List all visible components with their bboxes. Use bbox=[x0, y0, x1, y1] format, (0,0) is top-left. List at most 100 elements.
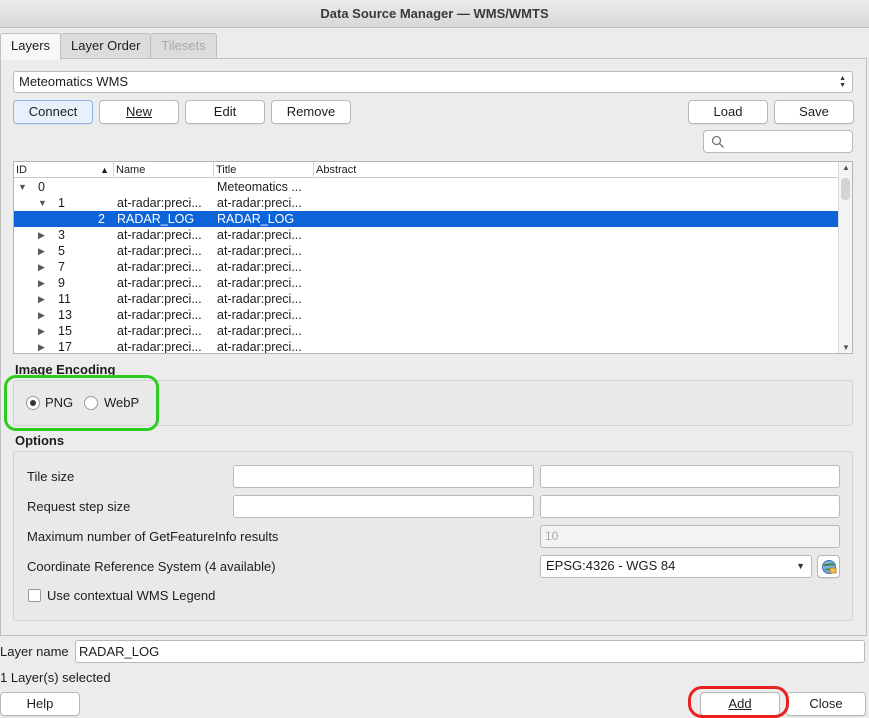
connection-select[interactable]: Meteomatics WMS ▲ ▼ bbox=[13, 71, 853, 93]
add-button-label: Add bbox=[728, 696, 752, 711]
tree-cell-name: at-radar:preci... bbox=[117, 244, 202, 258]
caret-right-icon[interactable]: ▶ bbox=[38, 291, 45, 307]
window-title: Data Source Manager — WMS/WMTS bbox=[0, 0, 869, 28]
edit-button[interactable]: Edit bbox=[185, 100, 265, 124]
max-getfeatureinfo-label: Maximum number of GetFeatureInfo results bbox=[27, 529, 279, 544]
tree-cell-name: RADAR_LOG bbox=[117, 212, 195, 226]
tree-header: ID ▲ Name Title Abstract bbox=[14, 162, 840, 178]
scroll-down-icon[interactable]: ▼ bbox=[842, 343, 850, 352]
tree-row[interactable]: ▶ 15 at-radar:preci... at-radar:preci... bbox=[14, 323, 840, 339]
new-button[interactable]: New bbox=[99, 100, 179, 124]
tile-height-field[interactable] bbox=[540, 465, 840, 488]
contextual-legend-checkbox[interactable] bbox=[28, 589, 41, 602]
layer-tree[interactable]: ID ▲ Name Title Abstract ▼ 0 Meteomatics .… bbox=[13, 161, 853, 354]
tree-cell-name: at-radar:preci... bbox=[117, 292, 202, 306]
tree-cell-title: RADAR_LOG bbox=[217, 212, 295, 226]
webp-radio[interactable] bbox=[84, 396, 98, 410]
caret-down-icon[interactable]: ▼ bbox=[38, 195, 47, 211]
sort-ascending-icon: ▲ bbox=[100, 165, 109, 175]
tile-width-field[interactable] bbox=[233, 465, 534, 488]
tree-row[interactable]: ▶ 9 at-radar:preci... at-radar:preci... bbox=[14, 275, 840, 291]
contextual-legend-label[interactable]: Use contextual WMS Legend bbox=[47, 588, 215, 603]
tree-cell-name: at-radar:preci... bbox=[117, 324, 202, 338]
tree-cell-id: 2 bbox=[98, 212, 105, 226]
tab-layer-order[interactable]: Layer Order bbox=[60, 33, 152, 59]
caret-right-icon[interactable]: ▶ bbox=[38, 243, 45, 259]
selection-status: 1 Layer(s) selected bbox=[0, 670, 111, 685]
connect-button[interactable]: Connect bbox=[13, 100, 93, 124]
caret-right-icon[interactable]: ▶ bbox=[38, 323, 45, 339]
tab-tilesets: Tilesets bbox=[150, 33, 217, 59]
help-button[interactable]: Help bbox=[0, 692, 80, 716]
caret-right-icon[interactable]: ▶ bbox=[38, 227, 45, 243]
save-button[interactable]: Save bbox=[774, 100, 854, 124]
tree-row[interactable]: ▶ 3 at-radar:preci... at-radar:preci... bbox=[14, 227, 840, 243]
column-header-name[interactable]: Name bbox=[114, 162, 214, 178]
tree-cell-title: at-radar:preci... bbox=[217, 324, 302, 338]
options-group: Tile size Request step size Maximum numb… bbox=[13, 451, 853, 621]
crs-select[interactable]: EPSG:4326 - WGS 84 ▼ bbox=[540, 555, 812, 578]
tree-cell-name: at-radar:preci... bbox=[117, 260, 202, 274]
webp-label[interactable]: WebP bbox=[104, 395, 139, 410]
tree-cell-title: at-radar:preci... bbox=[217, 308, 302, 322]
caret-right-icon[interactable]: ▶ bbox=[38, 307, 45, 323]
tree-row[interactable]: ▶ 13 at-radar:preci... at-radar:preci... bbox=[14, 307, 840, 323]
crs-picker-button[interactable] bbox=[817, 555, 840, 578]
tree-row[interactable]: 2 RADAR_LOG RADAR_LOG bbox=[14, 211, 840, 227]
crs-select-value: EPSG:4326 - WGS 84 bbox=[546, 558, 676, 573]
tree-row[interactable]: ▼ 0 Meteomatics ... bbox=[14, 179, 840, 195]
scrollbar-thumb[interactable] bbox=[841, 178, 850, 200]
tree-row[interactable]: ▶ 7 at-radar:preci... at-radar:preci... bbox=[14, 259, 840, 275]
tree-cell-name: at-radar:preci... bbox=[117, 340, 202, 354]
remove-button[interactable]: Remove bbox=[271, 100, 351, 124]
png-radio[interactable] bbox=[26, 396, 40, 410]
tree-cell-title: at-radar:preci... bbox=[217, 244, 302, 258]
tree-cell-title: at-radar:preci... bbox=[217, 196, 302, 210]
scroll-up-icon[interactable]: ▲ bbox=[842, 163, 850, 172]
png-label[interactable]: PNG bbox=[45, 395, 73, 410]
caret-right-icon[interactable]: ▶ bbox=[38, 339, 45, 353]
tree-row[interactable]: ▼ 1 at-radar:preci... at-radar:preci... bbox=[14, 195, 840, 211]
tree-cell-title: Meteomatics ... bbox=[217, 180, 302, 194]
tree-cell-name: at-radar:preci... bbox=[117, 276, 202, 290]
search-input[interactable] bbox=[703, 130, 853, 153]
tree-cell-id: 3 bbox=[58, 228, 65, 242]
load-button[interactable]: Load bbox=[688, 100, 768, 124]
column-header-abstract[interactable]: Abstract bbox=[314, 162, 840, 178]
caret-right-icon[interactable]: ▶ bbox=[38, 275, 45, 291]
add-button[interactable]: Add bbox=[700, 692, 780, 716]
tree-cell-title: at-radar:preci... bbox=[217, 228, 302, 242]
tree-cell-id: 13 bbox=[58, 308, 72, 322]
tab-bar: Layers Layer Order Tilesets bbox=[0, 33, 217, 60]
max-getfeatureinfo-field: 10 bbox=[540, 525, 840, 548]
tab-layers[interactable]: Layers bbox=[0, 33, 62, 60]
column-header-id[interactable]: ID ▲ bbox=[14, 162, 114, 178]
tree-cell-id: 7 bbox=[58, 260, 65, 274]
chevron-down-icon: ▼ bbox=[796, 561, 805, 571]
tree-row[interactable]: ▶ 5 at-radar:preci... at-radar:preci... bbox=[14, 243, 840, 259]
tree-cell-name: at-radar:preci... bbox=[117, 196, 202, 210]
search-icon bbox=[711, 135, 724, 148]
tree-cell-id: 15 bbox=[58, 324, 72, 338]
tree-row[interactable]: ▶ 17 at-radar:preci... at-radar:preci... bbox=[14, 339, 840, 354]
tree-cell-title: at-radar:preci... bbox=[217, 292, 302, 306]
step-height-field[interactable] bbox=[540, 495, 840, 518]
caret-right-icon[interactable]: ▶ bbox=[38, 259, 45, 275]
layer-name-input[interactable]: RADAR_LOG bbox=[75, 640, 865, 663]
tree-cell-id: 0 bbox=[38, 180, 45, 194]
tree-row[interactable]: ▶ 11 at-radar:preci... at-radar:preci... bbox=[14, 291, 840, 307]
step-width-field[interactable] bbox=[233, 495, 534, 518]
image-encoding-title: Image Encoding bbox=[15, 362, 116, 377]
globe-icon bbox=[822, 560, 837, 574]
close-button[interactable]: Close bbox=[786, 692, 866, 716]
tree-cell-id: 9 bbox=[58, 276, 65, 290]
connect-button-label: Connect bbox=[28, 104, 78, 119]
chevron-down-icon: ▲ ▼ bbox=[839, 75, 846, 89]
new-button-label: New bbox=[125, 104, 152, 119]
tree-cell-name: at-radar:preci... bbox=[117, 228, 202, 242]
tree-cell-id: 11 bbox=[58, 292, 71, 306]
column-header-title[interactable]: Title bbox=[214, 162, 314, 178]
image-encoding-group: PNG WebP bbox=[13, 380, 853, 426]
caret-down-icon[interactable]: ▼ bbox=[18, 179, 27, 195]
tree-scrollbar[interactable]: ▲ ▼ bbox=[838, 162, 852, 353]
